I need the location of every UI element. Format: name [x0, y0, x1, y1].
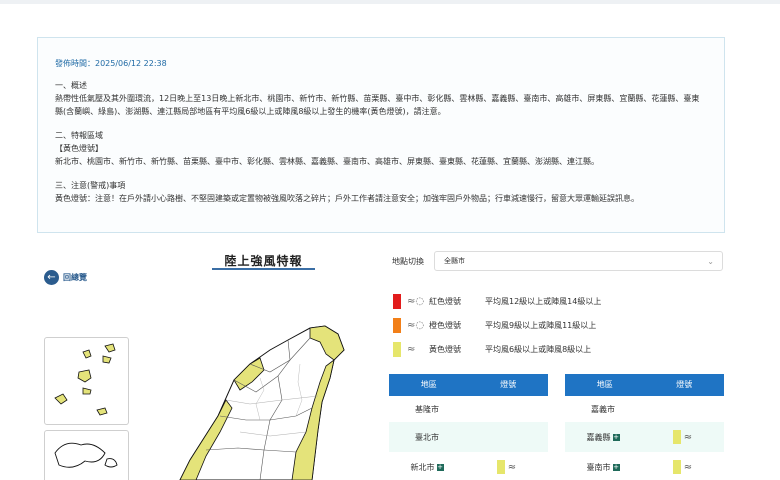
legend-swatch — [393, 317, 401, 333]
legend-swatch — [393, 293, 401, 309]
signal-table-left: 地區 燈號 基隆市 臺北市 新北市 + ≈ — [389, 374, 548, 480]
area-name: 嘉義市 — [591, 404, 615, 414]
yellow-signal-bar — [672, 430, 681, 444]
table-row: 新北市 + ≈ — [389, 452, 548, 480]
legend-orange: ≈◌ 橙色燈號 平均風9級以上或陣風11級以上 — [393, 317, 596, 333]
wind-icon: ≈◌ — [407, 295, 425, 307]
legend-name: 橙色燈號 — [429, 320, 461, 330]
legend-swatch — [393, 341, 401, 357]
signal-cell: ≈ — [465, 460, 548, 474]
caution-text: 黃色燈號：注意！在戶外請小心路樹、不堅固建築或定置物被強風吹落之碎片；戶外工作者… — [55, 194, 639, 203]
caution-heading: 三、注意(警戒)事項 — [55, 181, 126, 190]
signal-cell: ≈ — [641, 460, 724, 474]
legend-desc: 平均風12級以上或陣風14級以上 — [485, 296, 602, 306]
taiwan-map — [40, 320, 380, 480]
col-signal-header: 燈號 — [676, 380, 693, 389]
area-name: 嘉義縣 — [586, 432, 611, 442]
wind-icon: ≈ — [683, 461, 693, 473]
area-name-expandable[interactable]: 嘉義縣 + — [565, 432, 641, 443]
wind-icon: ≈ — [683, 431, 693, 443]
table-header: 地區 燈號 — [565, 374, 724, 396]
table-row: 嘉義縣 + ≈ — [565, 422, 724, 452]
area-name: 基隆市 — [415, 404, 439, 414]
expand-plus-icon[interactable]: + — [436, 463, 444, 471]
expand-plus-icon[interactable]: + — [612, 433, 620, 441]
area-subheading: 【黃色燈號】 — [55, 144, 103, 153]
table-row: 臺北市 — [389, 422, 548, 452]
area-name-expandable[interactable]: 新北市 + — [389, 462, 465, 473]
table-row: 基隆市 — [389, 396, 548, 422]
page-title: 陸上強風特報 — [212, 252, 315, 270]
overview-heading: 一、概述 — [55, 81, 87, 90]
arrow-left-icon: ← — [44, 269, 59, 285]
chevron-down-icon: ⌄ — [707, 257, 714, 266]
col-signal-header: 燈號 — [500, 380, 517, 389]
area-name-expandable[interactable]: 臺南市 + — [565, 462, 641, 473]
table-row: 臺南市 + ≈ — [565, 452, 724, 480]
legend-yellow: ≈ 黃色燈號 平均風6級以上或陣風8級以上 — [393, 341, 591, 357]
location-select[interactable]: 全縣市 ⌄ — [434, 251, 723, 271]
warning-notice: 發佈時間：2025/06/12 22:38 一、概述 熱帶性低氣壓及其外圍環流，… — [37, 37, 725, 233]
legend-name: 黃色燈號 — [429, 344, 461, 354]
back-to-overview-link[interactable]: ← 回總覽 — [44, 268, 87, 286]
expand-plus-icon[interactable]: + — [612, 463, 620, 471]
area-name: 新北市 — [410, 462, 435, 472]
wind-icon: ≈ — [407, 343, 416, 355]
wind-icon: ≈◌ — [407, 319, 425, 331]
table-header: 地區 燈號 — [389, 374, 548, 396]
location-switch-label: 地點切換 — [392, 257, 424, 266]
yellow-signal-bar — [672, 460, 681, 474]
kinmen-islands-map — [54, 442, 118, 468]
matsu-inset[interactable] — [44, 337, 129, 425]
legend-desc: 平均風9級以上或陣風11級以上 — [485, 320, 597, 330]
wind-icon: ≈ — [507, 461, 517, 473]
col-area-header: 地區 — [420, 380, 437, 389]
area-heading: 二、特報區域 — [55, 131, 103, 140]
overview-text: 熱帶性低氣壓及其外圍環流，12日晚上至13日晚上新北市、桃園市、新竹市、新竹縣、… — [55, 94, 700, 116]
taiwan-main-island-map — [179, 325, 345, 480]
matsu-islands-map — [54, 343, 116, 416]
yellow-signal-bar — [496, 460, 505, 474]
area-name: 臺北市 — [415, 432, 439, 442]
kinmen-inset[interactable] — [44, 430, 129, 480]
area-name: 臺南市 — [586, 462, 611, 472]
legend-desc: 平均風6級以上或陣風8級以上 — [485, 344, 592, 354]
legend-red: ≈◌ 紅色燈號 平均風12級以上或陣風14級以上 — [393, 293, 601, 309]
back-label: 回總覽 — [63, 272, 87, 282]
legend-name: 紅色燈號 — [429, 296, 461, 306]
top-divider — [0, 0, 780, 4]
issue-time: 發佈時間：2025/06/12 22:38 — [55, 59, 167, 68]
signal-table-right: 地區 燈號 嘉義市 嘉義縣 + ≈ 臺南市 + ≈ — [565, 374, 724, 480]
area-text: 新北市、桃園市、新竹市、新竹縣、苗栗縣、臺中市、彰化縣、雲林縣、嘉義縣、臺南市、… — [55, 157, 599, 166]
signal-cell: ≈ — [641, 430, 724, 444]
location-selected-value: 全縣市 — [444, 257, 465, 265]
table-row: 嘉義市 — [565, 396, 724, 422]
col-area-header: 地區 — [596, 380, 613, 389]
